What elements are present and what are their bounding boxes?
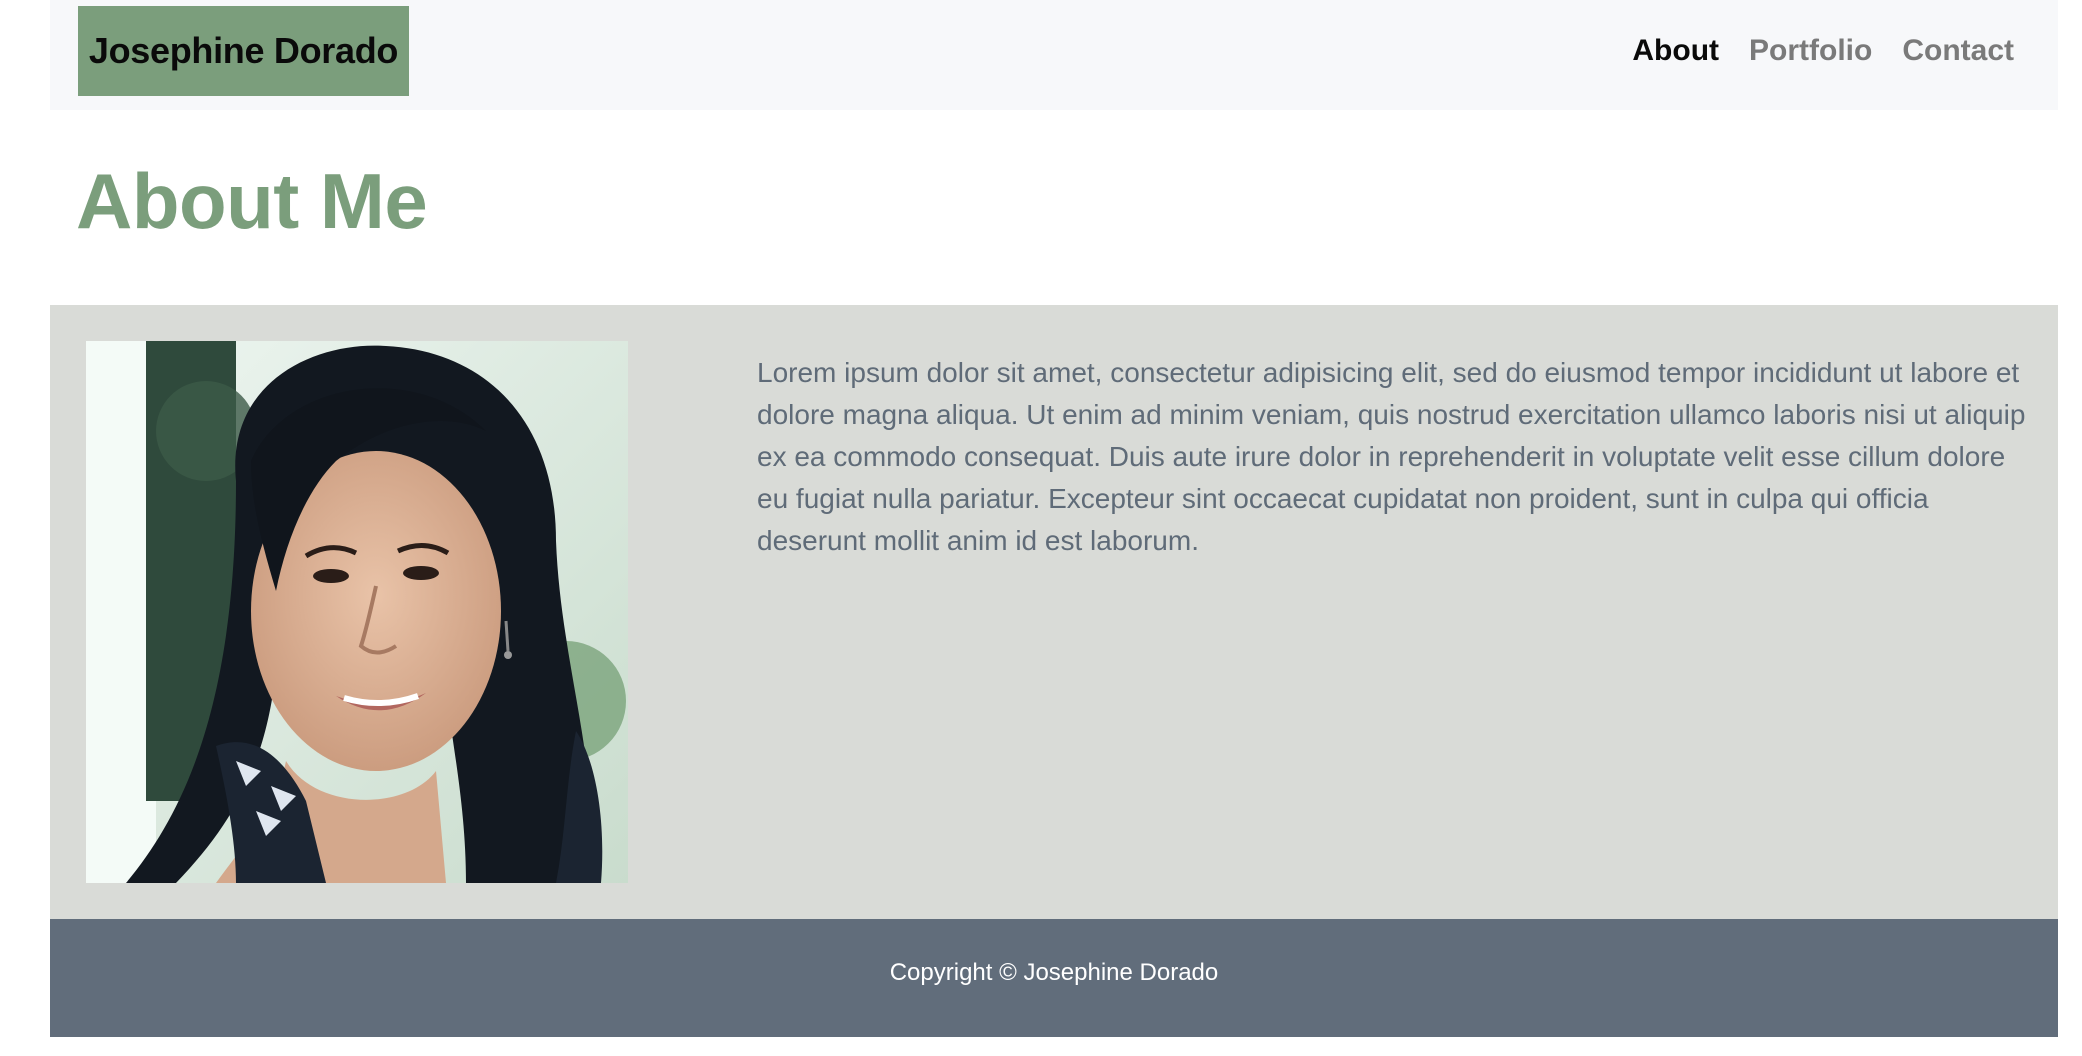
nav-link-portfolio[interactable]: Portfolio — [1749, 34, 1872, 68]
profile-photo-illustration — [86, 341, 628, 883]
site-header: Josephine Dorado About Portfolio Contact — [50, 0, 2058, 110]
about-section: Lorem ipsum dolor sit amet, consectetur … — [50, 305, 2058, 919]
page-title: About Me — [76, 157, 428, 245]
bio-text: Lorem ipsum dolor sit amet, consectetur … — [757, 357, 2026, 556]
nav-link-about[interactable]: About — [1632, 34, 1719, 68]
site-footer: Copyright © Josephine Dorado — [50, 919, 2058, 1037]
nav-link-contact[interactable]: Contact — [1902, 34, 2014, 68]
main-nav: About Portfolio Contact — [1632, 0, 2014, 102]
copyright-text: Copyright © Josephine Dorado — [889, 959, 1219, 986]
page: Josephine Dorado About Portfolio Contact… — [0, 0, 2082, 1056]
title-section: About Me — [50, 110, 2058, 305]
brand-logo[interactable]: Josephine Dorado — [78, 6, 409, 96]
profile-photo — [86, 341, 628, 883]
